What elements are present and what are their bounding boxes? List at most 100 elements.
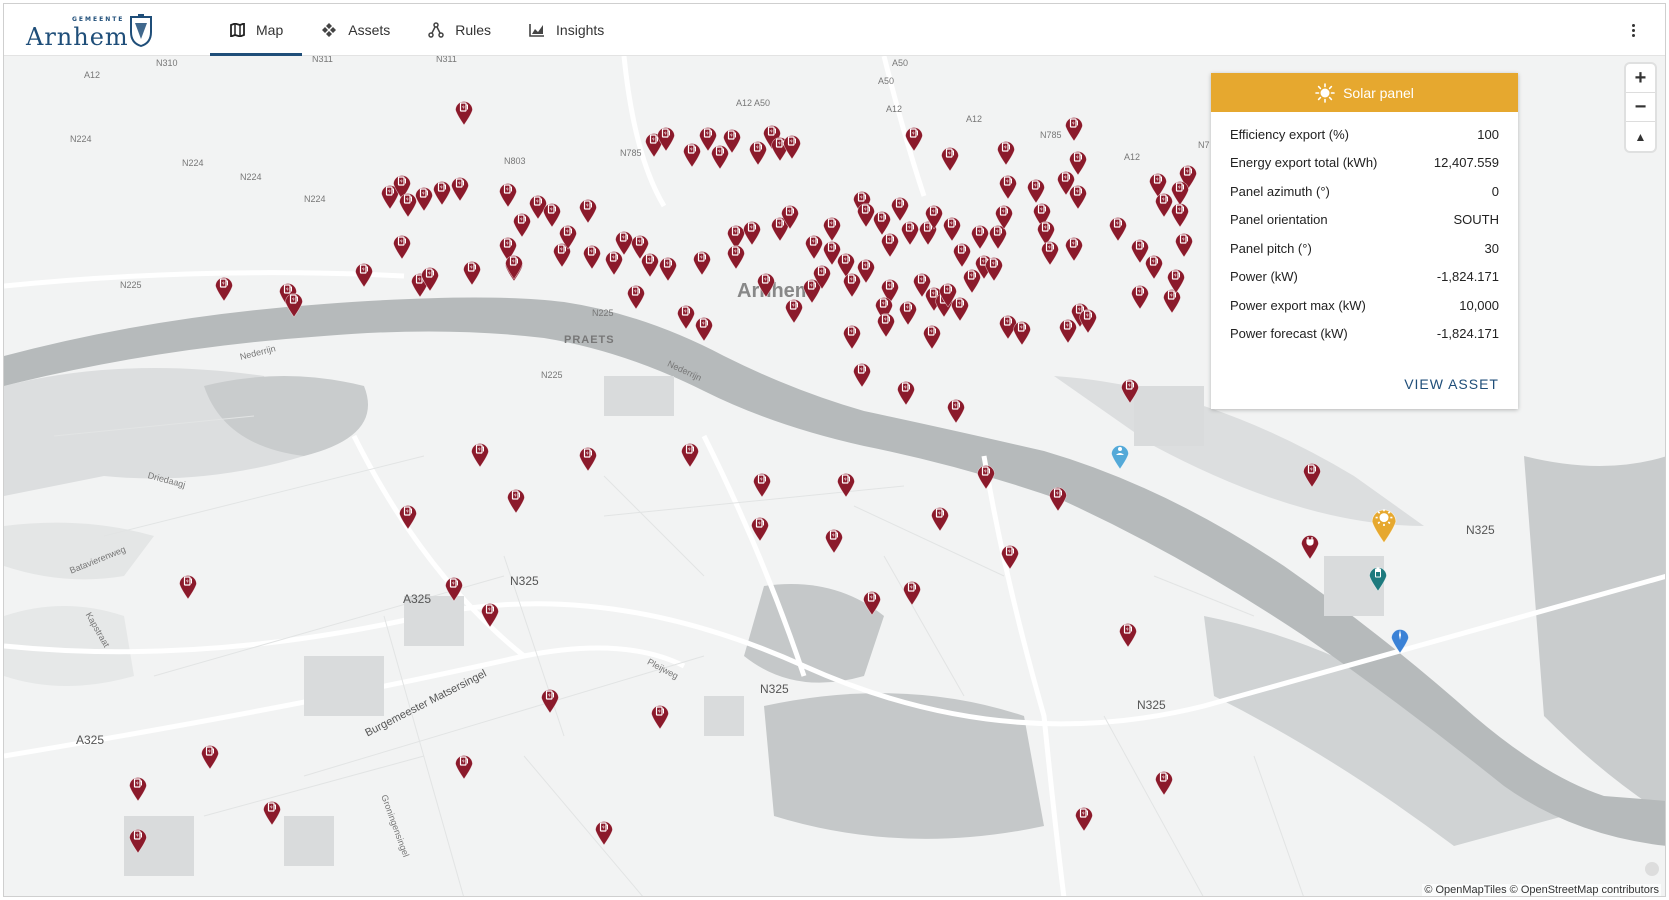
asset-marker-charger[interactable] bbox=[262, 798, 282, 826]
asset-marker-charger[interactable] bbox=[444, 574, 464, 602]
asset-marker-charger[interactable] bbox=[1064, 114, 1084, 142]
asset-marker-charger[interactable] bbox=[392, 232, 412, 260]
asset-marker-charger[interactable] bbox=[414, 184, 434, 212]
asset-marker-charger[interactable] bbox=[940, 144, 960, 172]
asset-marker-charger[interactable] bbox=[900, 218, 920, 246]
asset-marker-charger[interactable] bbox=[1048, 484, 1068, 512]
tab-map[interactable]: Map bbox=[210, 4, 303, 56]
asset-marker-charger[interactable] bbox=[398, 502, 418, 530]
asset-marker-charger[interactable] bbox=[178, 572, 198, 600]
asset-marker-charger[interactable] bbox=[498, 180, 518, 208]
asset-marker-charger[interactable] bbox=[658, 254, 678, 282]
map-canvas[interactable]: A12 N310 N311 N311 A50 A50 A12 A12 A50 A… bbox=[4, 54, 1665, 896]
asset-marker-charger[interactable] bbox=[1040, 238, 1060, 266]
asset-marker-charger[interactable] bbox=[804, 232, 824, 260]
asset-marker-charger[interactable] bbox=[898, 298, 918, 326]
asset-marker-charger[interactable] bbox=[1078, 306, 1098, 334]
asset-marker-charger[interactable] bbox=[454, 98, 474, 126]
asset-marker-charger[interactable] bbox=[200, 742, 220, 770]
asset-marker-charger[interactable] bbox=[558, 222, 578, 250]
more-vertical-icon[interactable] bbox=[1623, 20, 1643, 40]
tab-rules[interactable]: Rules bbox=[409, 4, 510, 56]
asset-marker-charger[interactable] bbox=[922, 322, 942, 350]
asset-marker-charger[interactable] bbox=[694, 314, 714, 342]
asset-marker-charger[interactable] bbox=[354, 260, 374, 288]
asset-marker-charger[interactable] bbox=[722, 126, 742, 154]
asset-marker-charger[interactable] bbox=[680, 440, 700, 468]
asset-marker-charger[interactable] bbox=[994, 202, 1014, 230]
view-asset-button[interactable]: VIEW ASSET bbox=[1404, 376, 1499, 392]
asset-marker-charger[interactable] bbox=[128, 826, 148, 854]
tab-insights[interactable]: Insights bbox=[510, 4, 623, 56]
asset-marker-charger[interactable] bbox=[582, 242, 602, 270]
asset-marker-charger[interactable] bbox=[450, 174, 470, 202]
asset-marker-charger[interactable] bbox=[640, 250, 660, 278]
asset-marker-charger[interactable] bbox=[1118, 620, 1138, 648]
asset-marker-charger[interactable] bbox=[676, 302, 696, 330]
asset-marker-charger[interactable] bbox=[880, 230, 900, 258]
tab-assets[interactable]: Assets bbox=[302, 4, 409, 56]
asset-marker-charger[interactable] bbox=[650, 702, 670, 730]
asset-marker-charger[interactable] bbox=[578, 196, 598, 224]
asset-marker-charger[interactable] bbox=[756, 270, 776, 298]
asset-marker-charger[interactable] bbox=[984, 254, 1004, 282]
asset-marker-charger[interactable] bbox=[1174, 230, 1194, 258]
asset-marker-charger[interactable] bbox=[902, 578, 922, 606]
asset-marker-charger[interactable] bbox=[420, 264, 440, 292]
asset-marker-charger[interactable] bbox=[1074, 804, 1094, 832]
asset-marker-charger[interactable] bbox=[1120, 376, 1140, 404]
asset-marker-charger[interactable] bbox=[656, 124, 676, 152]
asset-marker-charger[interactable] bbox=[1154, 768, 1174, 796]
asset-marker-building[interactable] bbox=[1110, 442, 1130, 470]
asset-marker-charger[interactable] bbox=[970, 222, 990, 250]
asset-marker-charger[interactable] bbox=[782, 132, 802, 160]
asset-marker-charger[interactable] bbox=[852, 360, 872, 388]
zoom-in-button[interactable]: + bbox=[1626, 64, 1655, 93]
asset-marker-charger[interactable] bbox=[862, 588, 882, 616]
asset-marker-charger[interactable] bbox=[594, 818, 614, 846]
asset-marker-charger[interactable] bbox=[214, 274, 234, 302]
asset-marker-charger[interactable] bbox=[1144, 252, 1164, 280]
asset-marker-charger[interactable] bbox=[480, 600, 500, 628]
asset-marker-charger[interactable] bbox=[750, 514, 770, 542]
asset-marker-charger[interactable] bbox=[998, 172, 1018, 200]
asset-marker-charger[interactable] bbox=[1064, 234, 1084, 262]
asset-marker-charger[interactable] bbox=[924, 202, 944, 230]
asset-marker-charger[interactable] bbox=[1108, 214, 1128, 242]
asset-marker-charger[interactable] bbox=[1068, 182, 1088, 210]
asset-marker-charger[interactable] bbox=[432, 178, 452, 206]
asset-marker-charger[interactable] bbox=[578, 444, 598, 472]
asset-marker-charger[interactable] bbox=[540, 686, 560, 714]
asset-marker-charger[interactable] bbox=[812, 262, 832, 290]
asset-marker-charger[interactable] bbox=[692, 248, 712, 276]
asset-marker-charger[interactable] bbox=[726, 242, 746, 270]
asset-marker-charger[interactable] bbox=[284, 290, 304, 318]
asset-marker-charger[interactable] bbox=[1166, 266, 1186, 294]
asset-marker-charger[interactable] bbox=[976, 462, 996, 490]
asset-marker-charger[interactable] bbox=[462, 258, 482, 286]
asset-marker-wind[interactable] bbox=[1390, 626, 1410, 654]
asset-marker-charger[interactable] bbox=[626, 282, 646, 310]
compass-button[interactable]: ▲ bbox=[1626, 122, 1655, 151]
asset-marker-charger[interactable] bbox=[946, 396, 966, 424]
asset-marker-charger[interactable] bbox=[1170, 178, 1190, 206]
asset-marker-charger[interactable] bbox=[506, 486, 526, 514]
asset-marker-charger[interactable] bbox=[856, 256, 876, 284]
asset-marker-charger[interactable] bbox=[952, 240, 972, 268]
asset-marker-charger[interactable] bbox=[842, 322, 862, 350]
asset-marker-charger[interactable] bbox=[996, 138, 1016, 166]
asset-marker-charger[interactable] bbox=[904, 124, 924, 152]
asset-marker-charger[interactable] bbox=[742, 218, 762, 246]
asset-marker-plug[interactable] bbox=[1300, 532, 1320, 560]
asset-marker-charger[interactable] bbox=[876, 310, 896, 338]
asset-marker-charger[interactable] bbox=[504, 252, 524, 280]
asset-marker-charger[interactable] bbox=[128, 774, 148, 802]
asset-marker-charger[interactable] bbox=[930, 504, 950, 532]
asset-marker-charger[interactable] bbox=[1000, 542, 1020, 570]
asset-marker-charger[interactable] bbox=[780, 202, 800, 230]
asset-marker-charger[interactable] bbox=[950, 294, 970, 322]
asset-marker-charger[interactable] bbox=[1302, 460, 1322, 488]
arnhem-logo[interactable]: GEMEENTE Arnhem bbox=[24, 12, 160, 51]
asset-marker-charger[interactable] bbox=[942, 214, 962, 242]
asset-marker-charger[interactable] bbox=[1012, 318, 1032, 346]
